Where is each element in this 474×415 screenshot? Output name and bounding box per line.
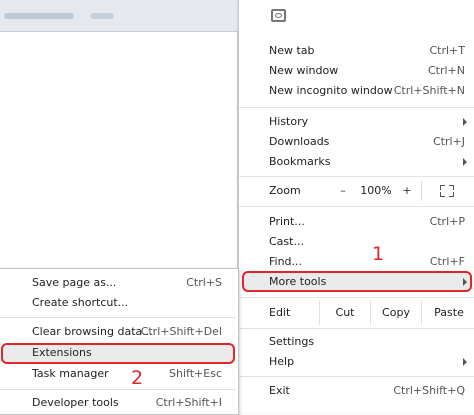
submenu-item-task-manager[interactable]: Task manager Shift+Esc <box>0 364 236 384</box>
menu-item-history[interactable]: History <box>239 112 474 132</box>
menu-separator <box>239 206 474 207</box>
submenu-item-create-shortcut[interactable]: Create shortcut... <box>0 293 236 313</box>
menu-item-cast[interactable]: Cast... <box>239 232 474 252</box>
submenu-item-extensions[interactable]: Extensions <box>0 343 236 363</box>
menu-separator <box>239 176 474 177</box>
submenu-arrow-icon <box>463 278 467 286</box>
menu-item-find[interactable]: Find... Ctrl+F <box>239 252 474 272</box>
submenu-arrow-icon <box>463 158 467 166</box>
zoom-row: Zoom – 100% + <box>239 180 474 202</box>
cut-button[interactable]: Cut <box>319 301 370 325</box>
zoom-out-button[interactable]: – <box>333 180 353 202</box>
submenu-arrow-icon <box>463 118 467 126</box>
menu-item-help[interactable]: Help <box>239 352 474 372</box>
paste-button[interactable]: Paste <box>421 301 474 325</box>
submenu-item-save-page-as[interactable]: Save page as... Ctrl+S <box>0 273 236 293</box>
chrome-main-menu: New tab Ctrl+T New window Ctrl+N New inc… <box>238 0 474 413</box>
submenu-separator <box>0 389 236 390</box>
menu-item-new-tab[interactable]: New tab Ctrl+T <box>239 41 474 61</box>
menu-separator <box>239 328 474 329</box>
menu-header <box>239 0 474 30</box>
cast-icon[interactable] <box>271 9 286 22</box>
page-content-area <box>0 32 238 268</box>
menu-item-new-window[interactable]: New window Ctrl+N <box>239 61 474 81</box>
step-marker-2: 2 <box>131 367 144 389</box>
zoom-level: 100% <box>360 184 392 197</box>
zoom-divider <box>421 181 422 201</box>
blurred-url-text <box>4 13 74 19</box>
menu-item-settings[interactable]: Settings <box>239 332 474 352</box>
menu-separator <box>239 107 474 108</box>
menu-item-downloads[interactable]: Downloads Ctrl+J <box>239 132 474 152</box>
zoom-in-button[interactable]: + <box>397 180 417 202</box>
menu-item-new-incognito-window[interactable]: New incognito window Ctrl+Shift+N <box>239 81 474 101</box>
more-tools-submenu: Save page as... Ctrl+S Create shortcut..… <box>0 268 239 415</box>
submenu-item-developer-tools[interactable]: Developer tools Ctrl+Shift+I <box>0 393 236 413</box>
menu-item-exit[interactable]: Exit Ctrl+Shift+Q <box>239 381 474 401</box>
menu-separator <box>239 376 474 377</box>
fullscreen-icon[interactable] <box>440 185 454 197</box>
blurred-url-text <box>90 13 114 19</box>
step-marker-1: 1 <box>372 243 385 265</box>
browser-toolbar <box>0 0 238 32</box>
submenu-separator <box>0 317 236 318</box>
edit-row: Edit Cut Copy Paste <box>239 301 474 325</box>
submenu-item-clear-browsing-data[interactable]: Clear browsing data... Ctrl+Shift+Del <box>0 322 236 342</box>
submenu-arrow-icon <box>463 358 467 366</box>
menu-item-print[interactable]: Print... Ctrl+P <box>239 212 474 232</box>
menu-item-more-tools[interactable]: More tools <box>239 272 474 292</box>
menu-separator <box>239 297 474 298</box>
menu-item-bookmarks[interactable]: Bookmarks <box>239 152 474 172</box>
copy-button[interactable]: Copy <box>370 301 421 325</box>
